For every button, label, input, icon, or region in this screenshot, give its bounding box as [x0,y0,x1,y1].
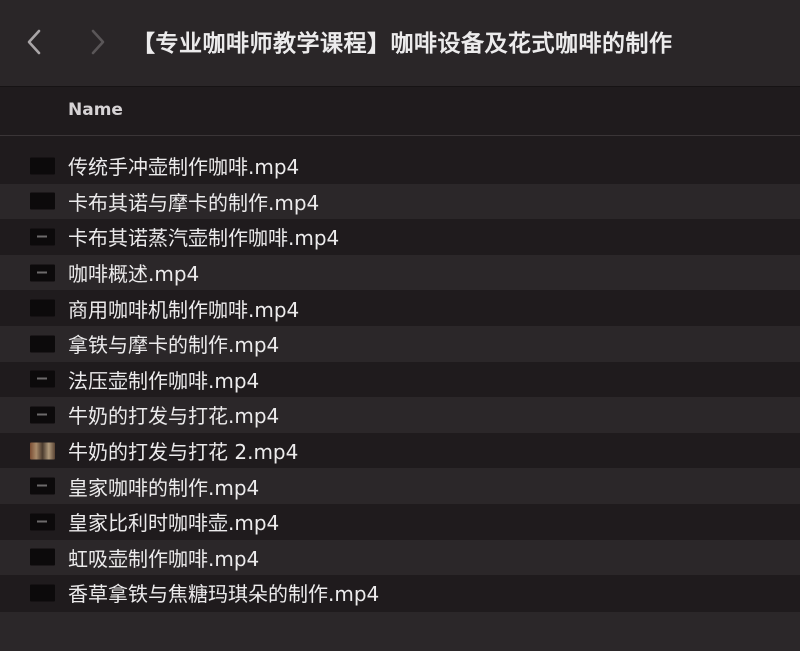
finder-window: 【专业咖啡师教学课程】咖啡设备及花式咖啡的制作 Name 传统手冲壶制作咖啡.m… [0,0,800,651]
video-thumbnail-icon [30,584,55,602]
file-name: 牛奶的打发与打花 2.mp4 [68,440,299,465]
file-row[interactable]: 法压壶制作咖啡.mp4 [0,362,800,398]
file-name: 法压壶制作咖啡.mp4 [68,368,260,393]
file-row[interactable]: 虹吸壶制作咖啡.mp4 [0,539,800,576]
video-thumbnail-icon [30,477,55,495]
video-thumbnail-icon [30,370,55,388]
file-name: 传统手冲壶制作咖啡.mp4 [68,155,300,180]
file-row[interactable]: 拿铁与摩卡的制作.mp4 [0,325,800,362]
empty-row [0,612,800,651]
file-row[interactable]: 商用咖啡机制作咖啡.mp4 [0,290,800,326]
file-name: 咖啡概述.mp4 [68,262,200,287]
file-name: 卡布其诺与摩卡的制作.mp4 [68,190,320,215]
chevron-left-icon [27,29,41,55]
file-row[interactable]: 香草拿铁与焦糖玛琪朵的制作.mp4 [0,575,800,611]
video-thumbnail-icon [30,335,55,353]
file-row[interactable]: 皇家比利时咖啡壶.mp4 [0,504,800,540]
file-row[interactable]: 皇家咖啡的制作.mp4 [0,468,800,504]
back-button[interactable] [18,22,50,62]
file-name: 卡布其诺蒸汽壶制作咖啡.mp4 [68,226,340,251]
video-thumbnail-icon [30,192,55,210]
toolbar: 【专业咖啡师教学课程】咖啡设备及花式咖啡的制作 [0,0,800,87]
window-title: 【专业咖啡师教学课程】咖啡设备及花式咖啡的制作 [132,31,673,57]
file-row[interactable]: 牛奶的打发与打花 2.mp4 [0,433,800,469]
file-name: 虹吸壶制作咖啡.mp4 [68,546,260,571]
video-thumbnail-icon [30,157,55,175]
file-name: 商用咖啡机制作咖啡.mp4 [68,297,300,322]
video-thumbnail-icon [30,513,55,531]
video-thumbnail-icon [30,299,55,317]
chevron-right-icon [91,29,105,55]
forward-button[interactable] [82,22,114,62]
file-name: 牛奶的打发与打花.mp4 [68,404,280,429]
file-list: 传统手冲壶制作咖啡.mp4 卡布其诺与摩卡的制作.mp4 卡布其诺蒸汽壶制作咖啡.m… [0,148,800,611]
video-thumbnail-icon [30,442,55,460]
name-column-header[interactable]: Name [68,100,123,120]
file-name: 皇家咖啡的制作.mp4 [68,475,260,500]
video-thumbnail-icon [30,228,55,246]
video-thumbnail-icon [30,548,55,566]
file-row[interactable]: 咖啡概述.mp4 [0,254,800,291]
video-thumbnail-icon [30,406,55,424]
file-name: 皇家比利时咖啡壶.mp4 [68,511,280,536]
column-header: Name [0,87,800,136]
video-thumbnail-icon [30,264,55,282]
file-name: 拿铁与摩卡的制作.mp4 [68,333,280,358]
file-row[interactable]: 传统手冲壶制作咖啡.mp4 [0,148,800,184]
file-name: 香草拿铁与焦糖玛琪朵的制作.mp4 [68,582,380,607]
file-row[interactable]: 卡布其诺蒸汽壶制作咖啡.mp4 [0,219,800,255]
file-row[interactable]: 牛奶的打发与打花.mp4 [0,397,800,433]
file-row[interactable]: 卡布其诺与摩卡的制作.mp4 [0,183,800,220]
